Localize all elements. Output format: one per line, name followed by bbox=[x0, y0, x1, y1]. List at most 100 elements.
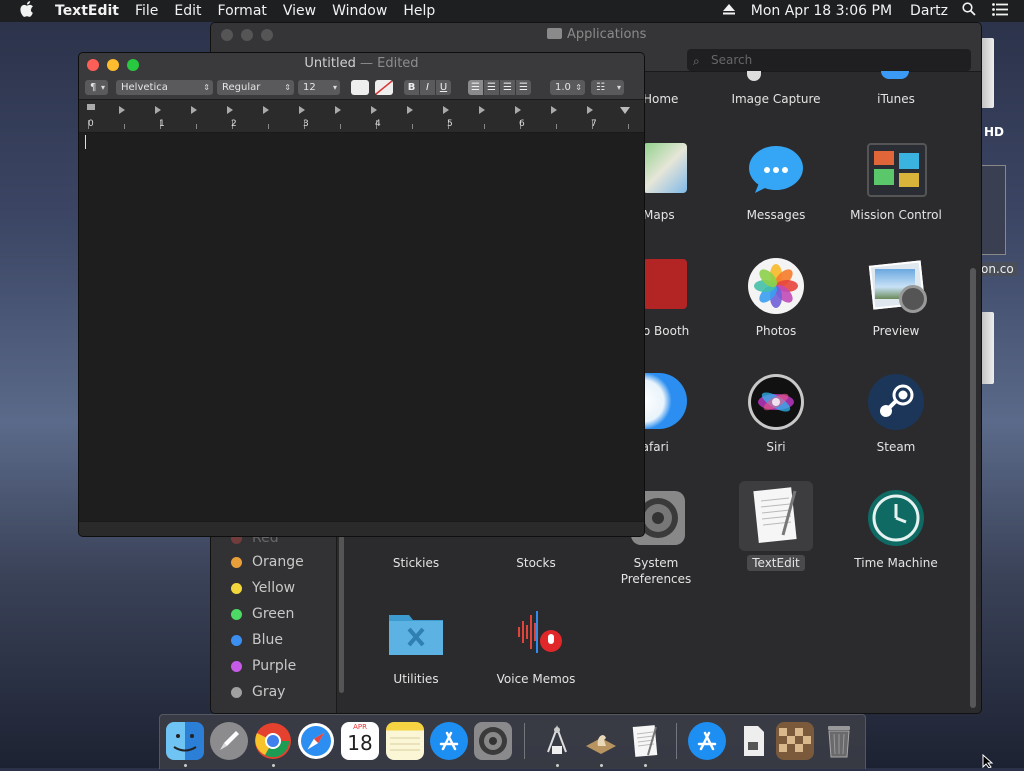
paragraph-style-popup[interactable]: ¶ ▾ bbox=[85, 80, 108, 95]
menu-clock[interactable]: Mon Apr 18 3:06 PM bbox=[741, 3, 902, 19]
notes-dock-icon[interactable] bbox=[386, 722, 424, 760]
justify-button[interactable]: ☰ bbox=[516, 80, 531, 95]
tag-gray[interactable]: Gray bbox=[231, 682, 285, 702]
safari-icon[interactable] bbox=[643, 373, 687, 429]
underline-button[interactable]: U bbox=[436, 80, 451, 95]
menu-format[interactable]: Format bbox=[210, 3, 275, 19]
app-label-siri[interactable]: Siri bbox=[716, 439, 836, 455]
app-label-photos[interactable]: Photos bbox=[716, 323, 836, 339]
chrome-dock-icon[interactable] bbox=[254, 722, 292, 760]
align-center-button[interactable]: ☰ bbox=[484, 80, 499, 95]
utilities-folder-icon[interactable] bbox=[387, 607, 445, 665]
chess-board-dock-icon[interactable] bbox=[776, 722, 814, 760]
finder-search-input[interactable]: ⌕ Search bbox=[687, 49, 971, 71]
menu-file[interactable]: File bbox=[127, 3, 166, 19]
time-machine-icon[interactable] bbox=[867, 489, 925, 547]
app-label-mission-control[interactable]: Mission Control bbox=[836, 207, 956, 223]
app-label-image-capture[interactable]: Image Capture bbox=[716, 91, 836, 107]
steam-icon[interactable] bbox=[867, 373, 925, 431]
tab-stop[interactable] bbox=[299, 106, 305, 114]
app-label-itunes[interactable]: iTunes bbox=[836, 91, 956, 107]
app-label-stocks[interactable]: Stocks bbox=[476, 555, 596, 571]
finder-minimize-button[interactable] bbox=[241, 29, 253, 41]
italic-button[interactable]: I bbox=[420, 80, 435, 95]
spotlight-icon[interactable] bbox=[956, 2, 982, 20]
app-label-voice-memos[interactable]: Voice Memos bbox=[476, 671, 596, 687]
mission-control-icon[interactable] bbox=[867, 143, 927, 197]
textedit-icon[interactable] bbox=[739, 481, 813, 551]
eject-icon[interactable] bbox=[717, 3, 741, 19]
chess-dock-icon[interactable] bbox=[582, 722, 620, 760]
safari-dock-icon[interactable] bbox=[297, 722, 335, 760]
align-right-button[interactable]: ☰ bbox=[500, 80, 515, 95]
tab-stop[interactable] bbox=[407, 106, 413, 114]
applications-stack-dock-icon[interactable] bbox=[688, 722, 726, 760]
file-dock-icon[interactable] bbox=[734, 722, 772, 760]
tab-stop[interactable] bbox=[335, 106, 341, 114]
app-label-time-machine[interactable]: Time Machine bbox=[836, 555, 956, 571]
app-label-steam[interactable]: Steam bbox=[836, 439, 956, 455]
list-style-popup[interactable]: ☷ ▾ bbox=[591, 80, 624, 95]
tab-stop[interactable] bbox=[371, 106, 377, 114]
menu-help[interactable]: Help bbox=[395, 3, 443, 19]
tag-orange[interactable]: Orange bbox=[231, 552, 304, 572]
font-family-popup[interactable]: Helvetica ⇕ bbox=[116, 80, 213, 95]
tag-purple[interactable]: Purple bbox=[231, 656, 296, 676]
app-label-system-preferences[interactable]: System Preferences bbox=[596, 555, 716, 587]
line-spacing-popup[interactable]: 1.0 ⇕ bbox=[550, 80, 585, 95]
app-label-textedit[interactable]: TextEdit bbox=[747, 555, 805, 571]
tab-stop[interactable] bbox=[227, 106, 233, 114]
menu-view[interactable]: View bbox=[275, 3, 324, 19]
align-left-button[interactable]: ☰ bbox=[468, 80, 483, 95]
tab-stop[interactable] bbox=[263, 106, 269, 114]
desktop-drive-icon[interactable] bbox=[980, 312, 994, 384]
tag-blue[interactable]: Blue bbox=[231, 630, 283, 650]
tab-stop[interactable] bbox=[443, 106, 449, 114]
hard-drive-label[interactable]: HD bbox=[984, 125, 1004, 139]
tab-stop[interactable] bbox=[587, 106, 593, 114]
apple-menu-icon[interactable] bbox=[0, 1, 47, 21]
desktop-file-icon[interactable] bbox=[980, 165, 1006, 255]
text-color-well[interactable] bbox=[351, 80, 369, 95]
background-color-well[interactable] bbox=[375, 80, 393, 95]
tag-green[interactable]: Green bbox=[231, 604, 294, 624]
tab-stop[interactable] bbox=[551, 106, 557, 114]
tab-stop[interactable] bbox=[479, 106, 485, 114]
menu-window[interactable]: Window bbox=[324, 3, 395, 19]
ruler[interactable]: 0 1 2 3 4 5 6 7 bbox=[79, 100, 644, 133]
textedit-dock-icon[interactable] bbox=[626, 722, 664, 760]
right-margin-marker[interactable] bbox=[620, 107, 630, 114]
textedit-titlebar[interactable]: Untitled — Edited bbox=[79, 53, 644, 75]
bold-button[interactable]: B bbox=[404, 80, 419, 95]
font-size-combobox[interactable]: 12 ▾ bbox=[298, 80, 340, 95]
voice-memos-icon[interactable] bbox=[507, 607, 565, 665]
finder-dock-icon[interactable] bbox=[166, 722, 204, 760]
photos-icon[interactable] bbox=[747, 257, 805, 315]
tab-stop[interactable] bbox=[191, 106, 197, 114]
tag-yellow[interactable]: Yellow bbox=[231, 578, 295, 598]
hard-drive-icon[interactable] bbox=[980, 38, 994, 108]
finder-close-button[interactable] bbox=[221, 29, 233, 41]
app-label-stickies[interactable]: Stickies bbox=[356, 555, 476, 571]
document-text-area[interactable] bbox=[79, 133, 644, 521]
system-preferences-dock-icon[interactable] bbox=[474, 722, 512, 760]
finder-scrollbar[interactable] bbox=[970, 268, 976, 708]
tab-stop[interactable] bbox=[155, 106, 161, 114]
app-label-utilities[interactable]: Utilities bbox=[356, 671, 476, 687]
menu-app-textedit[interactable]: TextEdit bbox=[47, 3, 127, 19]
siri-icon[interactable] bbox=[747, 373, 805, 431]
app-label-messages[interactable]: Messages bbox=[716, 207, 836, 223]
notification-center-icon[interactable] bbox=[982, 2, 1024, 20]
tab-stop[interactable] bbox=[515, 106, 521, 114]
menu-user[interactable]: Dartz bbox=[902, 3, 956, 19]
photo-booth-icon[interactable] bbox=[643, 259, 687, 309]
itunes-icon[interactable] bbox=[881, 71, 909, 79]
preview-icon[interactable] bbox=[867, 259, 927, 317]
messages-icon[interactable] bbox=[747, 141, 805, 199]
desktop-file-label[interactable]: on.co bbox=[978, 262, 1017, 276]
app-store-dock-icon[interactable] bbox=[430, 722, 468, 760]
menu-edit[interactable]: Edit bbox=[166, 3, 209, 19]
tab-stop[interactable] bbox=[119, 106, 125, 114]
directory-utility-dock-icon[interactable] bbox=[538, 722, 576, 760]
app-label-preview[interactable]: Preview bbox=[836, 323, 956, 339]
